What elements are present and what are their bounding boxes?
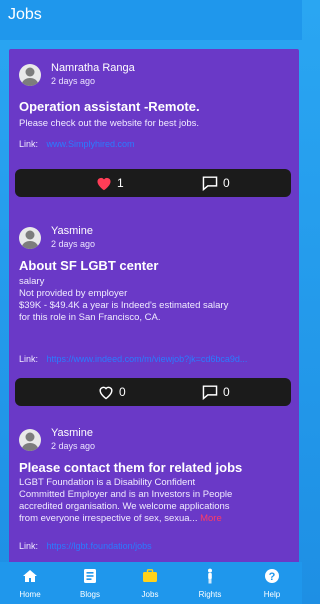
nav-label: Help <box>263 590 281 599</box>
heart-icon <box>97 177 111 191</box>
nav-label: Jobs <box>141 590 159 599</box>
post-author[interactable]: Yasmine <box>51 225 93 237</box>
post-body-line: accredited organisation. We welcome appl… <box>19 501 230 512</box>
post-actions-bar: 1 0 <box>15 169 291 197</box>
user-avatar-icon <box>21 230 39 249</box>
comment-button[interactable]: 0 <box>201 378 230 406</box>
post-timestamp: 2 days ago <box>51 441 96 451</box>
post-link[interactable]: https://www.indeed.com/m/viewjob?jk=cd6b… <box>47 354 248 364</box>
post-link[interactable]: www.Simplyhired.com <box>47 139 135 149</box>
more-link[interactable]: More <box>200 513 222 524</box>
nav-item-rights[interactable]: Rights <box>180 562 240 604</box>
nav-item-help[interactable]: ? Help <box>242 562 302 604</box>
avatar <box>19 64 41 86</box>
post-timestamp: 2 days ago <box>51 239 96 249</box>
post-title[interactable]: Operation assistant -Remote. <box>19 99 200 114</box>
nav-item-home[interactable]: Home <box>0 562 60 604</box>
link-label: Link: <box>19 139 39 149</box>
post-body-line: LGBT Foundation is a Disability Confiden… <box>19 477 196 488</box>
blog-icon <box>84 569 96 583</box>
user-avatar-icon <box>21 67 39 86</box>
avatar <box>19 429 41 451</box>
comment-button[interactable]: 0 <box>201 169 230 197</box>
post-body-line: from everyone irrespective of sex, sexua… <box>19 513 198 524</box>
post-link[interactable]: https://lgbt.foundation/jobs <box>47 541 152 551</box>
app-header: Jobs <box>0 0 302 40</box>
post-body-line: Not provided by employer <box>19 288 128 299</box>
bottom-nav: Home Blogs Jobs Rights ? Help <box>0 562 302 604</box>
svg-text:?: ? <box>269 571 276 583</box>
comment-count: 0 <box>223 385 230 399</box>
like-count: 1 <box>117 176 124 190</box>
nav-label: Rights <box>198 590 222 599</box>
nav-item-jobs[interactable]: Jobs <box>120 562 180 604</box>
post-link-row: Link: https://lgbt.foundation/jobs <box>19 541 152 551</box>
post-body: Please check out the website for best jo… <box>19 118 200 129</box>
home-icon <box>23 570 37 582</box>
comment-icon <box>202 385 218 400</box>
post-link-row: Link: www.Simplyhired.com <box>19 139 135 149</box>
post-body-line: salary <box>19 276 45 287</box>
like-button[interactable]: 1 <box>95 169 124 197</box>
post-body-line: for this role in San Francisco, CA. <box>19 312 161 323</box>
link-label: Link: <box>19 354 39 364</box>
nav-item-blogs[interactable]: Blogs <box>60 562 120 604</box>
post-link-row: Link: https://www.indeed.com/m/viewjob?j… <box>19 354 247 364</box>
post-title[interactable]: About SF LGBT center <box>19 258 158 273</box>
post-body-line: Committed Employer and is an Investors i… <box>19 489 233 500</box>
job-post-card[interactable]: Namratha Ranga 2 days ago Operation assi… <box>9 49 299 215</box>
post-timestamp: 2 days ago <box>51 76 96 86</box>
like-count: 0 <box>119 385 126 399</box>
avatar <box>19 227 41 249</box>
person-icon <box>208 568 212 584</box>
post-body-line-last: from everyone irrespective of sex, sexua… <box>19 513 287 525</box>
link-label: Link: <box>19 541 39 551</box>
heart-outline-icon <box>99 386 113 400</box>
post-author[interactable]: Namratha Ranga <box>51 62 135 74</box>
jobs-feed[interactable]: Namratha Ranga 2 days ago Operation assi… <box>0 40 302 562</box>
post-actions-bar: 0 0 <box>15 378 291 406</box>
nav-label: Home <box>19 590 41 599</box>
comment-icon <box>202 176 218 191</box>
nav-label: Blogs <box>79 590 100 599</box>
user-avatar-icon <box>21 432 39 451</box>
page-title: Jobs <box>8 6 42 23</box>
like-button[interactable]: 0 <box>97 378 126 406</box>
job-post-card[interactable]: Yasmine 2 days ago About SF LGBT center … <box>9 212 299 430</box>
post-body-line: $39K - $49.4K a year is Indeed's estimat… <box>19 300 229 311</box>
post-title[interactable]: Please contact them for related jobs <box>19 460 242 475</box>
post-body: salary Not provided by employer $39K - $… <box>19 276 287 324</box>
post-body: LGBT Foundation is a Disability Confiden… <box>19 477 287 525</box>
job-post-card[interactable]: Yasmine 2 days ago Please contact them f… <box>9 414 299 562</box>
briefcase-icon <box>143 569 157 582</box>
help-icon: ? <box>265 569 279 583</box>
comment-count: 0 <box>223 176 230 190</box>
post-author[interactable]: Yasmine <box>51 427 93 439</box>
